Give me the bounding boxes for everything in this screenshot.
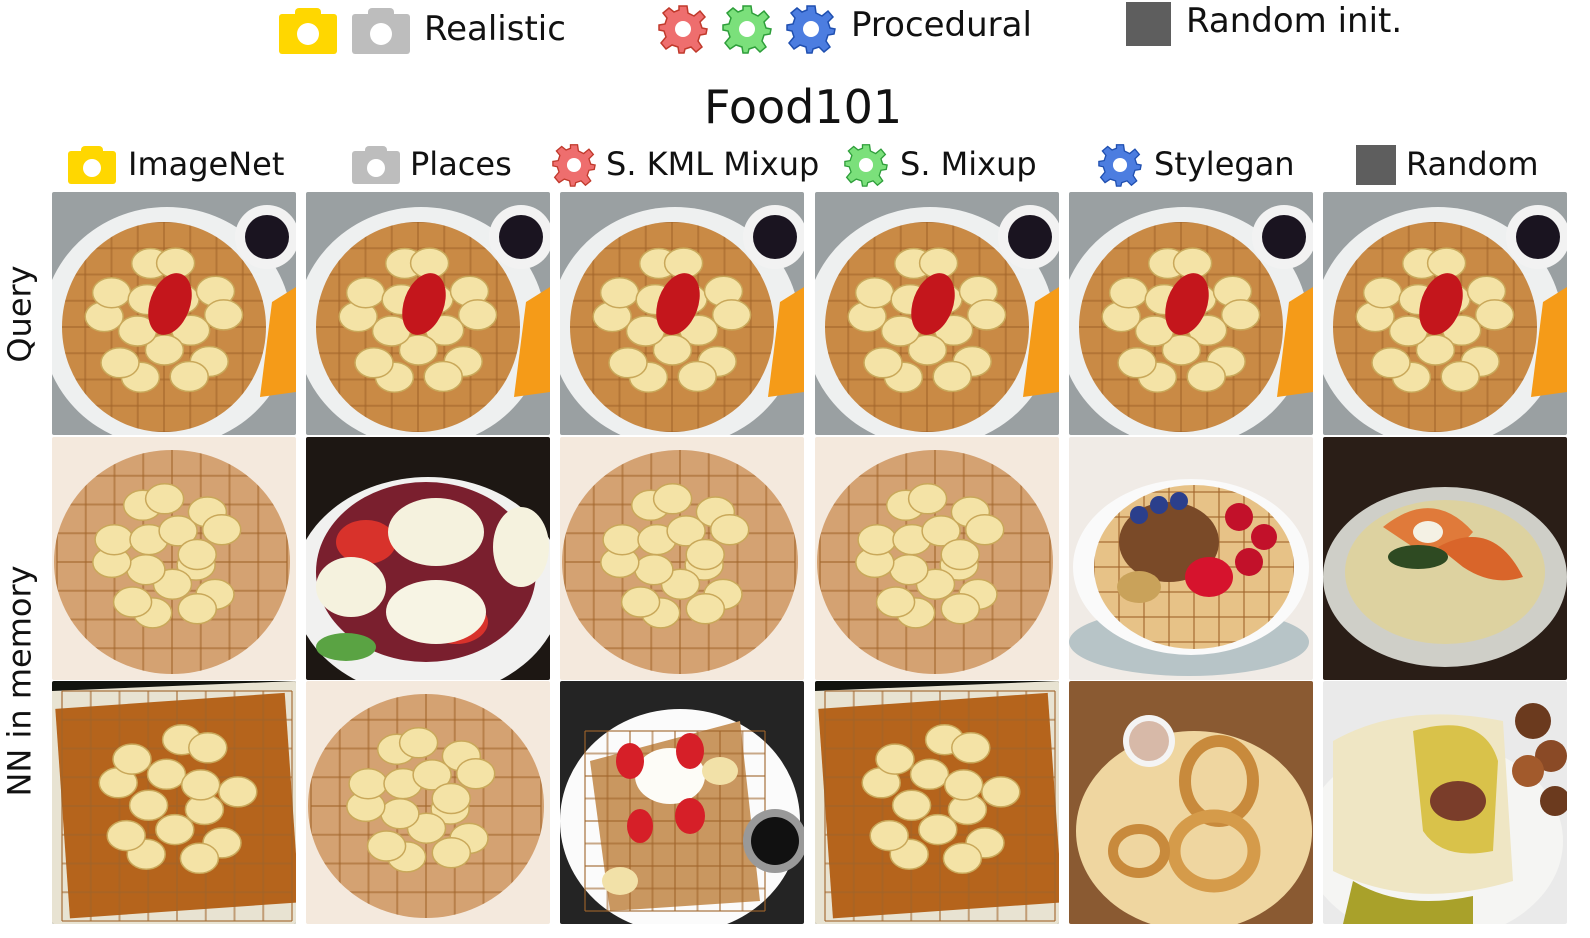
camera-yellow-icon xyxy=(68,146,116,184)
figure-title: Food101 xyxy=(704,80,903,134)
query-image xyxy=(815,192,1059,435)
query-image xyxy=(306,192,550,435)
nn-memory-image xyxy=(1069,437,1313,680)
gear-red-icon xyxy=(552,144,596,187)
legend-realistic-label: Realistic xyxy=(424,9,566,49)
camera-gray-icon xyxy=(352,8,410,54)
nn-memory-image xyxy=(560,681,804,924)
query-image xyxy=(52,192,296,435)
row-label-query: Query xyxy=(1,264,39,363)
column-label-stylegan: Stylegan xyxy=(1154,145,1295,183)
query-image xyxy=(1069,192,1313,435)
row-label-memory: NN in memory xyxy=(1,564,39,797)
nn-memory-image xyxy=(815,437,1059,680)
column-label-imagenet: ImageNet xyxy=(128,145,285,183)
query-image xyxy=(1323,192,1567,435)
nn-memory-image xyxy=(306,681,550,924)
nn-memory-image xyxy=(52,681,296,924)
nn-memory-image xyxy=(52,437,296,680)
nn-memory-image xyxy=(815,681,1059,924)
row-label-query-wrap: Query xyxy=(0,192,40,435)
legend-random-label: Random init. xyxy=(1186,1,1403,41)
square-dark-icon xyxy=(1126,2,1171,46)
camera-yellow-icon xyxy=(279,8,337,54)
column-label-random: Random xyxy=(1406,145,1539,183)
nn-memory-image xyxy=(1323,437,1567,680)
nn-memory-image xyxy=(1323,681,1567,924)
row-label-memory-wrap: NN in memory xyxy=(0,437,40,924)
gear-green-icon xyxy=(844,144,888,187)
nn-memory-image xyxy=(1069,681,1313,924)
gear-blue-icon xyxy=(1098,144,1142,187)
query-image xyxy=(560,192,804,435)
camera-gray-icon xyxy=(352,146,400,184)
nn-memory-image xyxy=(560,437,804,680)
nn-memory-image xyxy=(306,437,550,680)
square-dark-icon xyxy=(1356,145,1396,185)
gear-red-icon xyxy=(658,5,708,54)
column-label-kml-mixup: S. KML Mixup xyxy=(606,145,820,183)
gear-green-icon xyxy=(722,5,772,54)
gear-blue-icon xyxy=(786,5,836,54)
column-label-mixup: S. Mixup xyxy=(900,145,1037,183)
column-label-places: Places xyxy=(410,145,512,183)
legend-procedural-label: Procedural xyxy=(851,5,1032,45)
